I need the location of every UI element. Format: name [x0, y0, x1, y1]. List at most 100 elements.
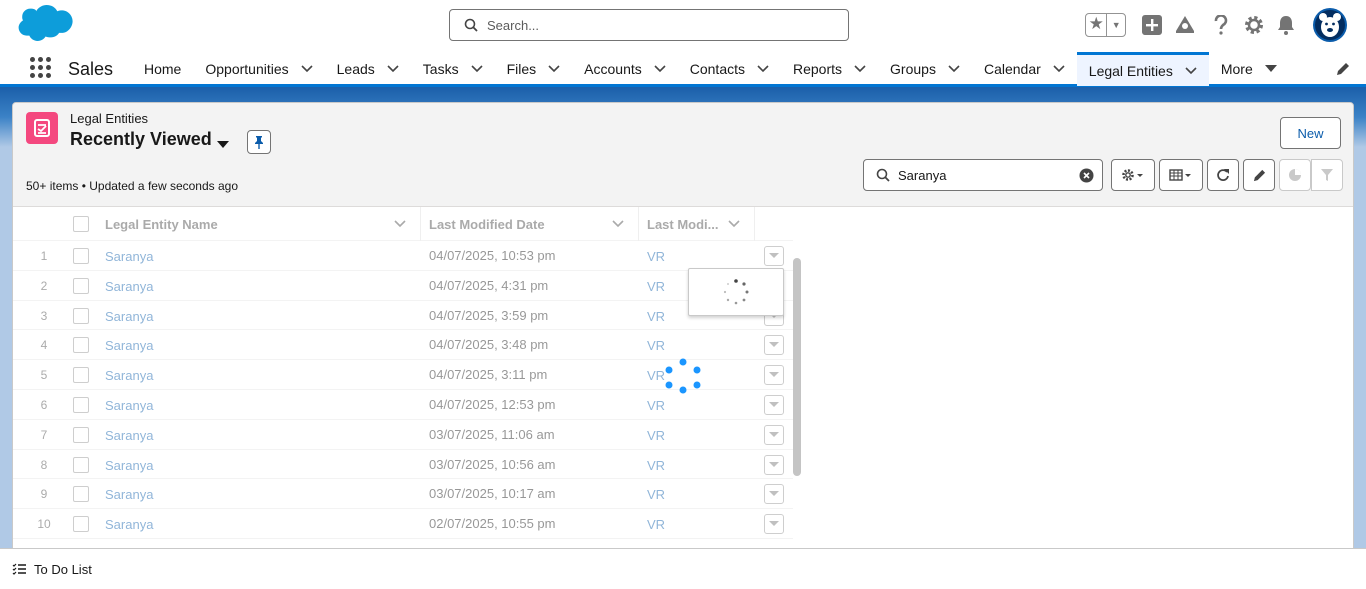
- help-icon[interactable]: [1210, 14, 1232, 36]
- chevron-down-icon[interactable]: [548, 65, 560, 73]
- chevron-down-icon[interactable]: [387, 65, 399, 73]
- nav-tab-home[interactable]: Home: [132, 52, 193, 86]
- select-all-checkbox[interactable]: [73, 216, 89, 232]
- last-modified-by-link[interactable]: VR: [647, 368, 665, 383]
- charts-button[interactable]: [1279, 159, 1311, 191]
- user-avatar[interactable]: [1313, 8, 1347, 42]
- object-label: Legal Entities: [70, 111, 149, 126]
- table-row: 3 Saranya 04/07/2025, 3:59 pm VR: [13, 301, 793, 331]
- row-actions-button[interactable]: [764, 394, 784, 415]
- nav-tab-files[interactable]: Files: [495, 52, 573, 86]
- todo-list-button[interactable]: To Do List: [34, 562, 92, 577]
- global-search-input[interactable]: Search...: [449, 9, 849, 41]
- last-modified-by-link[interactable]: VR: [647, 249, 665, 264]
- filters-button[interactable]: [1311, 159, 1343, 191]
- chevron-down-icon[interactable]: [948, 65, 960, 73]
- favorites-dropdown-icon[interactable]: ▼: [1107, 20, 1125, 30]
- global-actions-add-icon[interactable]: [1141, 14, 1163, 36]
- row-checkbox[interactable]: [73, 307, 89, 324]
- nav-tab-opportunities[interactable]: Opportunities: [193, 52, 324, 86]
- chevron-down-icon[interactable]: [612, 220, 624, 228]
- table-row: 7 Saranya 03/07/2025, 11:06 am VR: [13, 420, 793, 450]
- last-modified-by-link[interactable]: VR: [647, 309, 665, 324]
- last-modified-by-link[interactable]: VR: [647, 487, 665, 502]
- row-actions-button[interactable]: [764, 365, 784, 386]
- display-as-table-button[interactable]: [1159, 159, 1203, 191]
- list-view-controls-button[interactable]: [1111, 159, 1155, 191]
- chevron-down-icon[interactable]: [728, 220, 740, 228]
- edit-nav-pencil-icon[interactable]: [1336, 62, 1350, 79]
- legal-entity-name-link[interactable]: Saranya: [105, 428, 153, 443]
- nav-tab-tasks[interactable]: Tasks: [411, 52, 495, 86]
- nav-tab-groups[interactable]: Groups: [878, 52, 972, 86]
- chevron-down-icon[interactable]: [757, 65, 769, 73]
- app-launcher-icon[interactable]: [30, 57, 52, 79]
- nav-tab-accounts[interactable]: Accounts: [572, 52, 678, 86]
- setup-gear-icon[interactable]: [1243, 14, 1265, 36]
- chevron-down-icon[interactable]: [1053, 65, 1065, 73]
- chevron-down-icon[interactable]: [394, 220, 406, 228]
- favorites-star-icon[interactable]: ★: [1086, 14, 1108, 36]
- row-checkbox[interactable]: [73, 426, 89, 443]
- trailhead-icon[interactable]: [1174, 14, 1196, 36]
- last-modified-by-link[interactable]: VR: [647, 398, 665, 413]
- column-header-last-modified-by[interactable]: Last Modi...: [639, 207, 755, 241]
- new-button[interactable]: New: [1280, 117, 1341, 149]
- legal-entity-name-link[interactable]: Saranya: [105, 279, 153, 294]
- chevron-down-icon[interactable]: [301, 65, 313, 73]
- row-checkbox[interactable]: [73, 337, 89, 354]
- legal-entity-name-link[interactable]: Saranya: [105, 517, 153, 532]
- legal-entity-name-link[interactable]: Saranya: [105, 487, 153, 502]
- list-search-input[interactable]: Saranya: [863, 159, 1103, 191]
- row-actions-button[interactable]: [764, 484, 784, 505]
- row-actions-button[interactable]: [764, 335, 784, 356]
- nav-tab-contacts[interactable]: Contacts: [678, 52, 781, 86]
- legal-entity-name-link[interactable]: Saranya: [105, 338, 153, 353]
- column-header-last-modified-date[interactable]: Last Modified Date: [421, 207, 639, 241]
- caret-down-icon[interactable]: [1264, 65, 1277, 73]
- legal-entity-name-link[interactable]: Saranya: [105, 458, 153, 473]
- list-view-name[interactable]: Recently Viewed: [70, 129, 212, 150]
- chevron-down-icon[interactable]: [654, 65, 666, 73]
- nav-tab-calendar[interactable]: Calendar: [972, 52, 1077, 86]
- row-actions-button[interactable]: [764, 454, 784, 475]
- nav-tab-legal-entities[interactable]: Legal Entities: [1076, 52, 1209, 86]
- salesforce-logo[interactable]: [15, 5, 73, 48]
- nav-tab-reports[interactable]: Reports: [781, 52, 878, 86]
- last-modified-by-link[interactable]: VR: [647, 338, 665, 353]
- legal-entity-name-link[interactable]: Saranya: [105, 309, 153, 324]
- legal-entity-name-link[interactable]: Saranya: [105, 249, 153, 264]
- chevron-down-icon[interactable]: [471, 65, 483, 73]
- last-modified-by-link[interactable]: VR: [647, 279, 665, 294]
- row-checkbox[interactable]: [73, 367, 89, 384]
- row-actions-button[interactable]: [764, 246, 784, 266]
- row-checkbox[interactable]: [73, 248, 89, 264]
- pin-list-view-button[interactable]: [247, 130, 271, 154]
- search-placeholder: Search...: [487, 17, 540, 33]
- global-header: Search... ★ ▼: [0, 0, 1366, 52]
- chevron-down-icon[interactable]: [1185, 66, 1197, 75]
- clear-search-icon[interactable]: [1079, 168, 1094, 186]
- favorites-button[interactable]: ★ ▼: [1085, 13, 1126, 37]
- legal-entity-name-link[interactable]: Saranya: [105, 398, 153, 413]
- row-actions-button[interactable]: [764, 514, 784, 535]
- table-scrollbar[interactable]: [793, 258, 801, 476]
- row-checkbox[interactable]: [73, 277, 89, 294]
- inline-edit-button[interactable]: [1243, 159, 1275, 191]
- chevron-down-icon[interactable]: [854, 65, 866, 73]
- row-checkbox[interactable]: [73, 516, 89, 533]
- column-header-legal-entity-name[interactable]: Legal Entity Name: [105, 207, 421, 241]
- refresh-button[interactable]: [1207, 159, 1239, 191]
- last-modified-by-link[interactable]: VR: [647, 458, 665, 473]
- row-checkbox[interactable]: [73, 486, 89, 503]
- notifications-bell-icon[interactable]: [1275, 14, 1297, 36]
- row-checkbox[interactable]: [73, 456, 89, 473]
- row-checkbox[interactable]: [73, 396, 89, 413]
- nav-tab-leads[interactable]: Leads: [325, 52, 411, 86]
- nav-tab-more[interactable]: More: [1209, 52, 1289, 86]
- row-actions-button[interactable]: [764, 424, 784, 445]
- legal-entity-name-link[interactable]: Saranya: [105, 368, 153, 383]
- last-modified-by-link[interactable]: VR: [647, 517, 665, 532]
- last-modified-by-link[interactable]: VR: [647, 428, 665, 443]
- list-view-picker-caret-icon[interactable]: [217, 137, 229, 152]
